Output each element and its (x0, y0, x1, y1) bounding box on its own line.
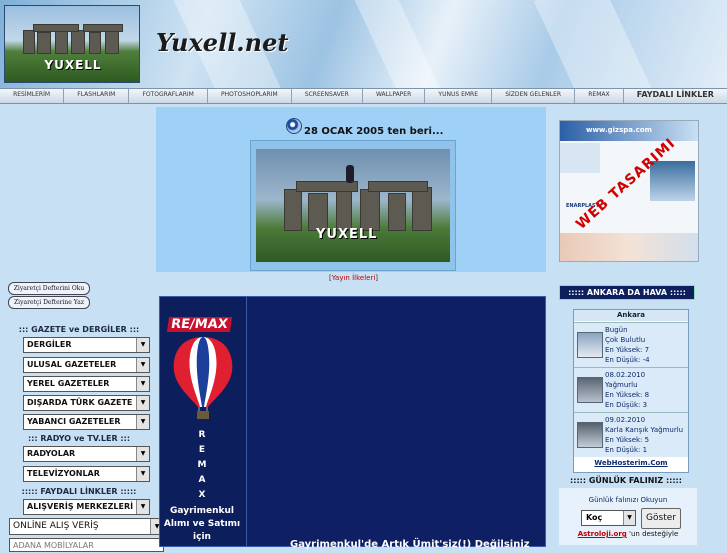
weather-high: En Yüksek: 8 (605, 391, 650, 399)
nav-item-faydali-linkler[interactable]: FAYDALI LİNKLER (624, 89, 727, 103)
nav-item-flashlarim[interactable]: FLASHLARIM (64, 89, 130, 103)
weather-day: 09.02.2010 Karla Karışık Yağmurlu En Yük… (574, 412, 688, 457)
rain-icon (577, 377, 603, 403)
photo-caption: YUXELL (316, 227, 378, 242)
nav-item-remax[interactable]: REMAX (575, 89, 624, 103)
banner-decoration (352, 0, 448, 88)
cloudy-icon (577, 332, 603, 358)
chevron-down-icon: ▼ (623, 511, 635, 525)
weather-day-label: Bugün (605, 326, 628, 334)
select-alisveris-merkezleri[interactable]: ALIŞVERİŞ MERKEZLERİ ▼ (23, 499, 150, 515)
chevron-down-icon: ▼ (136, 447, 149, 461)
weather-day: 08.02.2010 Yağmurlu En Yüksek: 8 En Düşü… (574, 367, 688, 412)
select-adana-mobilyalar[interactable]: ADANA MOBİLYALAR (9, 538, 164, 552)
web-design-ad[interactable]: www.gizspa.com ENARPLAST WEB TASARIMI (559, 120, 699, 262)
ad-site-text: www.gizspa.com (586, 126, 652, 134)
remax-balloon-icon (173, 337, 233, 419)
site-logo[interactable]: YUXELL (4, 5, 140, 83)
guestbook-read-button[interactable]: Ziyaretçi Defterini Oku (8, 282, 90, 295)
person-figure (346, 165, 354, 183)
remax-logo[interactable]: RE/MAX (166, 317, 232, 332)
guestbook-write-button[interactable]: Ziyaretçi Defterine Yaz (8, 296, 90, 309)
weather-city: Ankara (574, 310, 688, 321)
main-nav: RESİMLERİM FLASHLARIM FOTOGRAFLARIM PHOT… (0, 88, 727, 104)
chevron-down-icon: ▼ (136, 358, 149, 372)
horoscope-subtitle: Günlük falınızı Okuyun (588, 496, 668, 504)
chevron-down-icon: ▼ (136, 396, 149, 410)
weather-low: En Düşük: -4 (605, 356, 650, 364)
weather-day: Bugün Çok Bulutlu En Yüksek: 7 En Düşük:… (574, 322, 688, 367)
weather-condition: Yağmurlu (605, 381, 638, 389)
counter-icon (286, 118, 302, 134)
chevron-down-icon: ▼ (136, 467, 149, 481)
select-televizyonlar[interactable]: TELEVİZYONLAR ▼ (23, 466, 150, 482)
nav-item-fotograflarim[interactable]: FOTOGRAFLARIM (129, 89, 208, 103)
select-yabanci-gazeteler[interactable]: YABANCI GAZETELER ▼ (23, 414, 150, 430)
chevron-down-icon: ▼ (136, 377, 149, 391)
select-ulusal-gazeteler[interactable]: ULUSAL GAZETELER ▼ (23, 357, 150, 373)
nav-item-yunus-emre[interactable]: YUNUS EMRE (425, 89, 493, 103)
weather-low: En Düşük: 1 (605, 446, 648, 454)
weather-header: ::::: ANKARA DA HAVA ::::: (559, 285, 695, 300)
nav-item-screensaver[interactable]: SCREENSAVER (292, 89, 363, 103)
select-disarda-turk-gazete[interactable]: DIŞARDA TÜRK GAZETE ▼ (23, 395, 150, 411)
horoscope-widget: Günlük falınızı Okuyun Koç ▼ Göster Astro… (559, 488, 697, 545)
weather-provider-link[interactable]: WebHosterim.Com (574, 459, 688, 467)
nav-item-resimlerim[interactable]: RESİMLERİM (0, 89, 65, 103)
site-title[interactable]: Yuxell.net (156, 28, 288, 57)
weather-high: En Yüksek: 7 (605, 346, 650, 354)
section-title-radyo: ::: RADYO ve TV.LER ::: (27, 434, 131, 443)
weather-day-label: 08.02.2010 (605, 371, 646, 379)
remax-vertical-letters: REMAX (197, 430, 207, 500)
featured-photo: YUXELL (250, 140, 456, 271)
sleet-icon (577, 422, 603, 448)
banner-decoration (533, 0, 657, 88)
weather-low: En Düşük: 3 (605, 401, 648, 409)
select-dergiler[interactable]: DERGİLER ▼ (23, 337, 150, 353)
show-horoscope-button[interactable]: Göster (641, 508, 681, 529)
weather-condition: Çok Bulutlu (605, 336, 646, 344)
remax-content (246, 296, 546, 547)
astroloji-link[interactable]: Astroloji.org (578, 530, 627, 538)
select-online-alisveris[interactable]: ONLİNE ALIŞ VERİŞ ▼ (9, 518, 164, 535)
nav-item-sizden-gelenler[interactable]: SİZDEN GELENLER (492, 89, 576, 103)
select-yerel-gazeteler[interactable]: YEREL GAZETELER ▼ (23, 376, 150, 392)
horoscope-credit: Astroloji.org 'un desteğiyle (577, 530, 679, 538)
since-date-text: 28 OCAK 2005 ten beri... (304, 126, 444, 137)
remax-tagline: Gayrimenkul Alımı ve Satımı için (163, 506, 241, 542)
logo-text: YUXELL (44, 58, 102, 72)
weather-high: En Yüksek: 5 (605, 436, 650, 444)
chevron-down-icon: ▼ (136, 415, 149, 429)
nav-item-photoshoplarim[interactable]: PHOTOSHOPLARIM (208, 89, 292, 103)
nav-item-wallpaper[interactable]: WALLPAPER (363, 89, 426, 103)
horoscope-header: ::::: GÜNLÜK FALINIZ ::::: (570, 476, 682, 485)
section-title-linkler: ::::: FAYDALI LİNKLER ::::: (21, 487, 137, 496)
weather-condition: Karla Karışık Yağmurlu (605, 426, 684, 434)
zodiac-select[interactable]: Koç ▼ (581, 510, 636, 526)
chevron-down-icon: ▼ (136, 500, 149, 514)
select-radyolar[interactable]: RADYOLAR ▼ (23, 446, 150, 462)
chevron-down-icon: ▼ (136, 338, 149, 352)
section-title-gazete: ::: GAZETE ve DERGİLER ::: (18, 325, 140, 334)
publishing-policy-link[interactable]: [Yayın İlkeleri] (329, 274, 378, 282)
weather-day-label: 09.02.2010 (605, 416, 646, 424)
weather-widget: Ankara Bugün Çok Bulutlu En Yüksek: 7 En… (573, 309, 689, 473)
